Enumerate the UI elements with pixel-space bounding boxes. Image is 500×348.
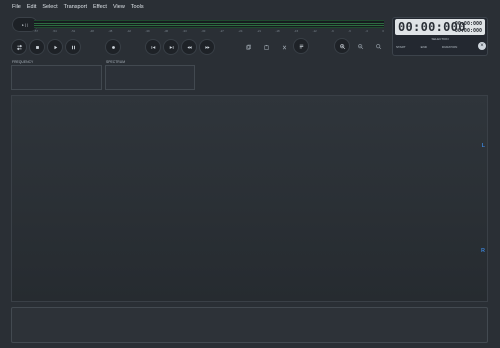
skip-back-button[interactable]: [146, 40, 160, 54]
channel-right-label: R: [481, 248, 485, 254]
stop-button[interactable]: [30, 40, 44, 54]
meter-tick: -30: [201, 29, 206, 33]
meter-tick: -39: [145, 29, 150, 33]
record-icon: [111, 45, 115, 49]
play-button[interactable]: [48, 40, 62, 54]
zoom-fit-icon: [375, 43, 381, 49]
menu-transport[interactable]: Transport: [64, 4, 87, 10]
time-main-box: 00:00:000 00:00:000 00:00:000: [395, 19, 485, 35]
skip-forward-icon: [169, 45, 173, 49]
clear-selection-button[interactable]: ×: [478, 42, 486, 50]
meter-tick: -18: [275, 29, 280, 33]
record-button[interactable]: [106, 40, 120, 54]
meter-tick: -6: [348, 29, 351, 33]
meter-tick: -15: [294, 29, 299, 33]
meter-tick: -42: [126, 29, 131, 33]
zoom-in-icon: [339, 43, 345, 49]
selection-row: START END DURATION: [396, 43, 484, 51]
meter-tick: -54: [52, 29, 57, 33]
zoom-in-button[interactable]: [335, 39, 349, 53]
time-bottom-right: 00:00:000: [454, 28, 482, 34]
meter-tick: -21: [256, 29, 261, 33]
level-meter: [34, 20, 384, 28]
meter-tick: -33: [182, 29, 187, 33]
cut-button[interactable]: [277, 40, 291, 54]
menu-view[interactable]: View: [113, 4, 125, 10]
fast-forward-button[interactable]: [200, 40, 214, 54]
loop-icon: [16, 44, 22, 50]
meter-tick: -48: [89, 29, 94, 33]
play-icon: [53, 45, 57, 49]
waveform-track[interactable]: L R: [11, 95, 488, 302]
meter-tick: -36: [164, 29, 169, 33]
zoom-out-button[interactable]: [353, 39, 367, 53]
paste-button[interactable]: [259, 40, 273, 54]
spectrum-panel: [105, 65, 195, 90]
copy-button[interactable]: [241, 40, 255, 54]
pause-button[interactable]: [66, 40, 80, 54]
meter-tick: -9: [331, 29, 334, 33]
undo-icon: [299, 44, 303, 48]
menu-select[interactable]: Select: [42, 4, 57, 10]
meter-tick: -3: [365, 29, 368, 33]
frequency-panel: [11, 65, 102, 90]
meter-tick: -24: [238, 29, 243, 33]
pause-icon: [71, 45, 75, 49]
meter-tick: -51: [71, 29, 76, 33]
time-display: 00:00:000 00:00:000 00:00:000 SELECTION …: [392, 17, 488, 56]
menu-edit[interactable]: Edit: [27, 4, 36, 10]
meter-tick: -45: [108, 29, 113, 33]
skip-back-icon: [151, 45, 155, 49]
stop-icon: [35, 45, 39, 49]
copy-icon: [245, 44, 251, 50]
meter-tick: -12: [312, 29, 317, 33]
paste-icon: [263, 44, 269, 50]
fast-forward-icon: [204, 45, 210, 49]
menu-effect[interactable]: Effect: [93, 4, 107, 10]
meter-tick: 0: [382, 29, 384, 33]
zoom-fit-button[interactable]: [371, 39, 385, 53]
cut-icon: [282, 45, 286, 49]
menu-tools[interactable]: Tools: [131, 4, 144, 10]
menu-file[interactable]: File: [12, 4, 21, 10]
meter-ticks: -57 -54 -51 -48 -45 -42 -39 -36 -33 -30 -27 -24 -21-…: [34, 29, 384, 35]
loop-button[interactable]: [12, 40, 26, 54]
time-top-right: 00:00:000: [454, 21, 482, 27]
meter-bar-left: [34, 23, 384, 24]
menu-bar: File Edit Select Transport Effect View T…: [0, 0, 500, 14]
rewind-icon: [186, 45, 192, 49]
meter-tick: -27: [219, 29, 224, 33]
frequency-label: FREQUENCY: [12, 60, 34, 64]
zoom-out-icon: [357, 43, 363, 49]
skip-forward-button[interactable]: [164, 40, 178, 54]
start-label: START: [396, 45, 406, 49]
bottom-panel: [11, 307, 488, 343]
meter-tick: -57: [34, 29, 39, 33]
channel-left-label: L: [481, 143, 485, 149]
end-label: END: [420, 45, 427, 49]
meter-bar-right: [34, 25, 384, 26]
rewind-button[interactable]: [182, 40, 196, 54]
duration-label: DURATION: [441, 45, 458, 49]
spectrum-label: SPECTRUM: [106, 60, 126, 64]
selection-label: SELECTION: [431, 37, 449, 41]
undo-button[interactable]: [294, 39, 308, 53]
